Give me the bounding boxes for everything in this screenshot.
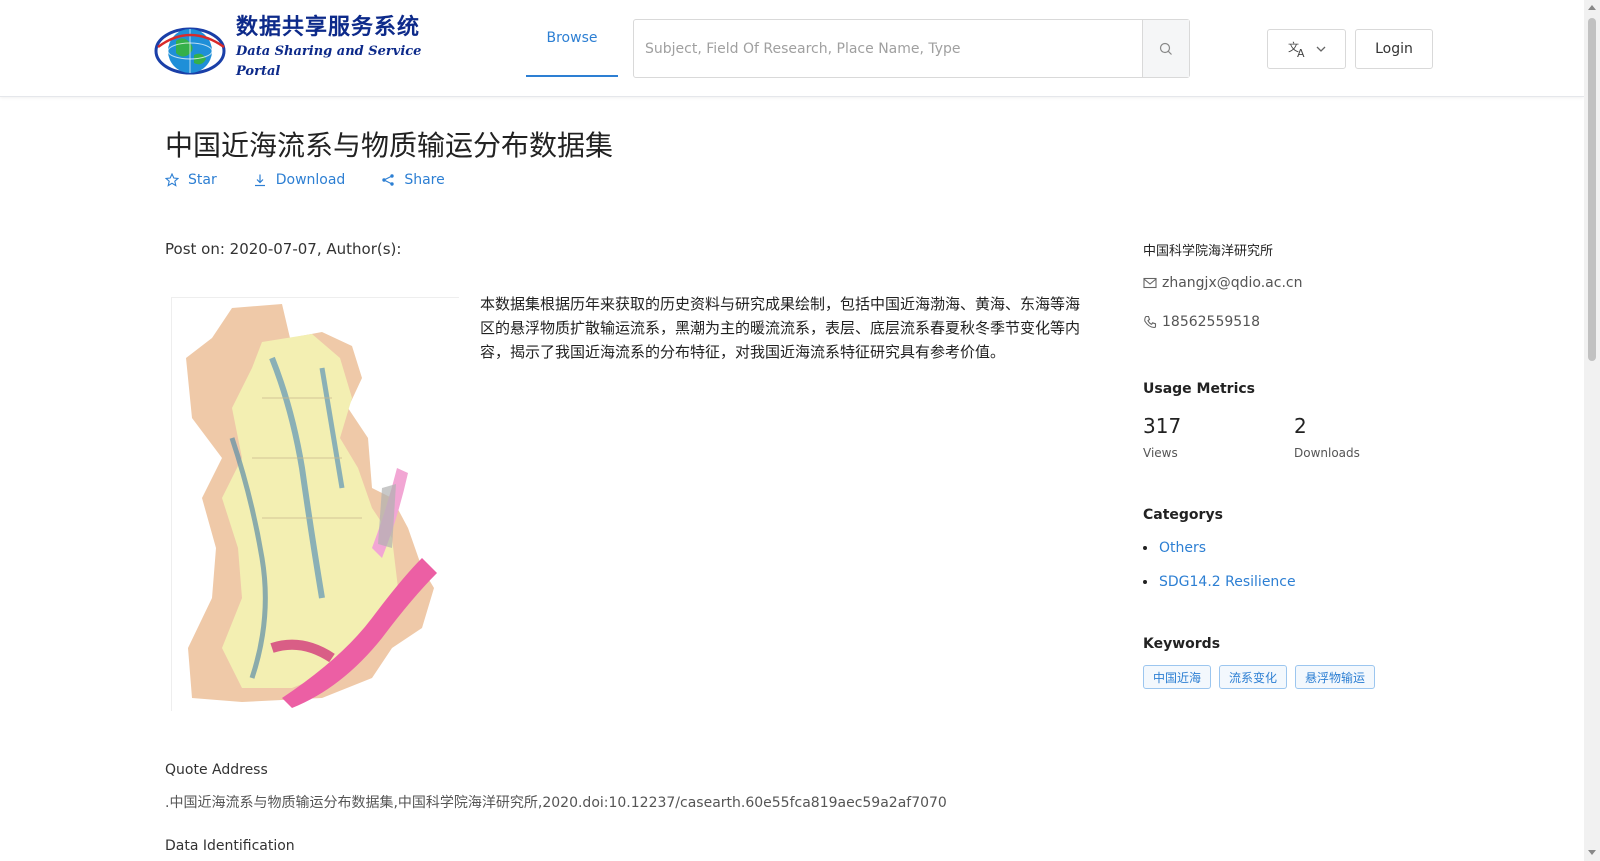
views-label: Views [1143,446,1178,460]
keyword-tag[interactable]: 中国近海 [1143,665,1212,689]
login-button[interactable]: Login [1355,29,1433,69]
category-label: SDG14.2 Resilience [1159,574,1296,590]
contact-phone: 18562559518 [1143,314,1260,330]
category-label: Others [1159,540,1207,556]
keywords-heading: Keywords [1143,636,1221,652]
download-icon [254,174,265,187]
phone-icon [1144,315,1157,329]
bullet-icon [1143,580,1147,584]
logo-text: 数据共享服务系统 Data Sharing and Service Portal [236,14,442,82]
globe-logo-icon [152,17,230,79]
post-date-author: Post on: 2020-07-07, Author(s): [165,240,402,258]
scroll-thumb[interactable] [1588,18,1596,361]
bullet-icon [1143,546,1147,550]
share-icon [382,174,395,186]
dataset-thumbnail[interactable] [171,297,460,712]
downloads-label: Downloads [1294,446,1360,460]
dataset-description: 本数据集根据历年来获取的历史资料与研究成果绘制，包括中国近海渤海、黄海、东海等海… [480,295,1081,361]
categories-heading: Categorys [1143,507,1223,523]
download-button[interactable]: Download [253,172,346,188]
search-bar [633,19,1190,78]
site-header: 数据共享服务系统 Data Sharing and Service Portal… [0,0,1584,97]
page-title: 中国近海流系与物质输运分布数据集 [165,129,614,162]
search-input[interactable] [634,20,1142,77]
phone-text: 18562559518 [1162,314,1260,330]
page-scrollbar[interactable] [1584,0,1600,861]
dataset-actions: Star Download Share [165,172,481,188]
usage-metrics-heading: Usage Metrics [1143,381,1255,397]
mail-icon [1143,277,1157,289]
nav-browse-tab[interactable]: Browse [526,0,618,77]
category-link[interactable]: Others [1143,540,1206,556]
views-metric: 317 Views [1143,414,1181,460]
search-button[interactable] [1142,20,1189,77]
svg-text:A: A [1297,47,1305,58]
data-identification-label: Data Identification [165,838,295,854]
keyword-tag[interactable]: 流系变化 [1219,665,1288,689]
scroll-down-arrow-icon[interactable] [1588,850,1596,855]
organization-name: 中国科学院海洋研究所 [1143,244,1274,259]
translate-icon: 文 A [1288,40,1305,58]
downloads-value: 2 [1294,414,1307,438]
star-label: Star [188,172,217,188]
site-logo[interactable]: 数据共享服务系统 Data Sharing and Service Portal [152,14,442,82]
email-text: zhangjx@qdio.ac.cn [1162,275,1303,291]
views-value: 317 [1143,414,1182,438]
category-link[interactable]: SDG14.2 Resilience [1143,574,1296,590]
logo-en-title: Data Sharing and Service Portal [236,44,422,79]
logo-cn-title: 数据共享服务系统 [236,15,421,40]
share-label: Share [404,172,445,188]
share-button[interactable]: Share [381,172,445,188]
quote-address-label: Quote Address [165,762,268,778]
chevron-down-icon [1316,46,1325,52]
language-switcher[interactable]: 文 A [1267,29,1346,69]
star-button[interactable]: Star [165,172,217,188]
keyword-tag[interactable]: 悬浮物输运 [1295,665,1376,689]
scroll-up-arrow-icon[interactable] [1588,5,1596,10]
contact-email[interactable]: zhangjx@qdio.ac.cn [1143,275,1302,291]
quote-address-value: .中国近海流系与物质输运分布数据集,中国科学院海洋研究所,2020.doi:10… [165,795,947,811]
downloads-metric: 2 Downloads [1294,414,1360,460]
star-icon [165,173,179,187]
keyword-list: 中国近海 流系变化 悬浮物输运 [1143,665,1376,689]
search-icon [1159,42,1172,55]
download-label: Download [275,172,346,188]
